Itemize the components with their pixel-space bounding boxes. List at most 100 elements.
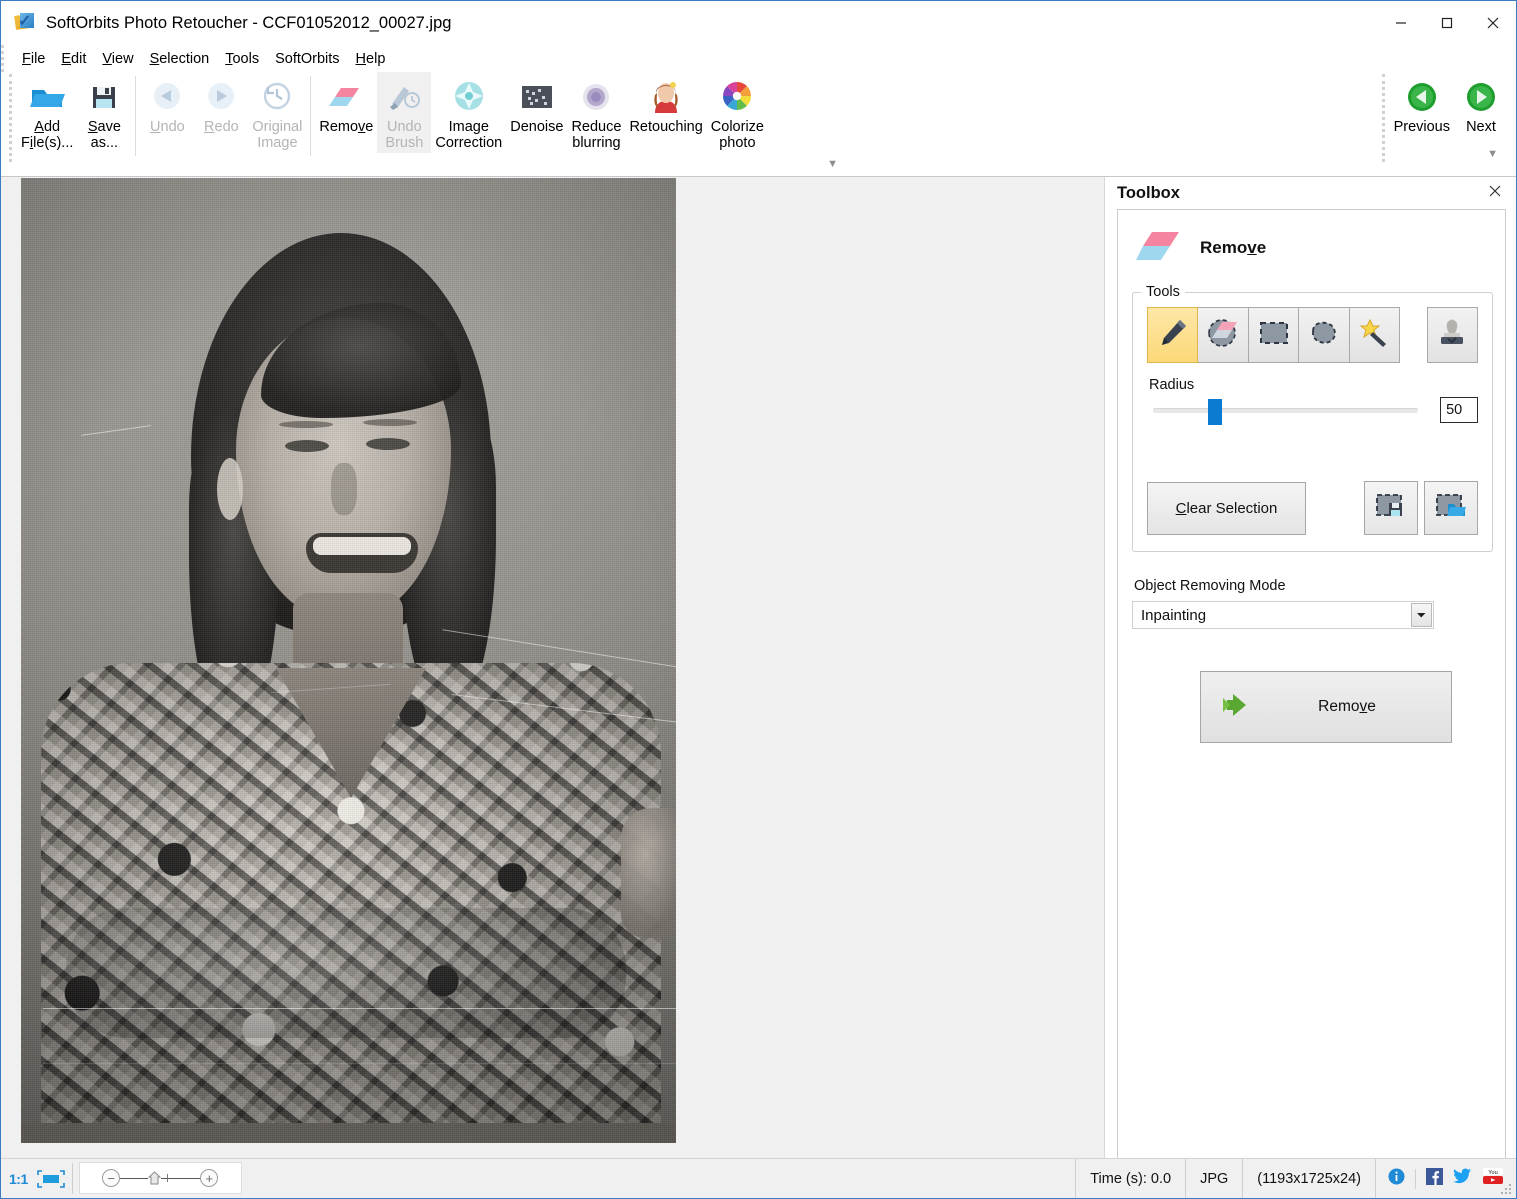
menu-item-file[interactable]: File	[18, 49, 57, 69]
menu-item-softorbits[interactable]: SoftOrbits	[271, 49, 351, 69]
chevron-down-icon[interactable]	[1411, 603, 1432, 627]
ribbon-grip-right	[1382, 74, 1385, 162]
floppy-disk-icon	[88, 78, 120, 116]
eraser-icon	[328, 78, 364, 116]
zoom-ratio-label[interactable]: 1:1	[9, 1171, 28, 1187]
object-removing-mode-value: Inpainting	[1141, 607, 1206, 624]
object-removing-mode-select[interactable]: Inpainting	[1132, 601, 1434, 629]
remove-panel-heading: Remove	[1132, 220, 1493, 276]
softorbits-logo-icon: ✓	[15, 13, 35, 33]
ribbon-separator-2	[310, 76, 311, 156]
woman-portrait-icon	[649, 78, 683, 116]
selection-io-buttons	[1364, 481, 1478, 535]
twitter-icon[interactable]	[1453, 1168, 1472, 1189]
add-files-label: AddFile(s)...	[21, 119, 73, 151]
stamp-tool[interactable]	[1427, 307, 1478, 363]
pencil-tool[interactable]	[1147, 307, 1198, 363]
green-double-arrow-icon	[1219, 691, 1255, 724]
clear-selection-button[interactable]: Clear Selection	[1147, 482, 1306, 535]
original-image-button[interactable]: OriginalImage	[248, 72, 306, 153]
radius-slider-row: 50	[1147, 397, 1478, 423]
status-dimensions: (1193x1725x24)	[1242, 1159, 1375, 1198]
save-as-button[interactable]: Saveas...	[77, 72, 131, 153]
open-folder-icon	[28, 78, 66, 116]
plus-circle-icon[interactable]: +	[200, 1169, 218, 1187]
ribbon-collapse-icon[interactable]: ▼	[827, 158, 838, 170]
ribbon-group-history: Undo Redo O	[140, 72, 306, 164]
sparkle-gem-icon	[451, 78, 487, 116]
photo-image[interactable]	[21, 178, 676, 1143]
brush-clock-icon	[387, 78, 421, 116]
ribbon-grip	[9, 74, 12, 162]
status-zoom-group: 1:1	[1, 1159, 66, 1198]
reduce-blurring-label: Reduceblurring	[571, 119, 621, 151]
slider-thumb[interactable]	[1208, 399, 1222, 425]
menu-item-selection[interactable]: Selection	[146, 49, 222, 69]
previous-button[interactable]: Previous	[1390, 72, 1454, 137]
save-selection-button[interactable]	[1364, 481, 1418, 535]
undo-brush-button[interactable]: UndoBrush	[377, 72, 431, 153]
rectangle-select-tool[interactable]	[1248, 307, 1299, 363]
status-bar: 1:1 − + Time (s):	[1, 1158, 1516, 1198]
denoise-label: Denoise	[510, 119, 563, 135]
toolbox-panel: Toolbox Remove Tools	[1104, 177, 1516, 1158]
load-selection-button[interactable]	[1424, 481, 1478, 535]
resize-grip[interactable]	[1501, 1184, 1513, 1196]
reduce-blurring-button[interactable]: Reduceblurring	[567, 72, 625, 153]
image-canvas[interactable]	[1, 177, 1104, 1158]
minimize-button[interactable]	[1378, 1, 1424, 45]
ribbon-group-navigation: Previous Next ▼	[1382, 72, 1508, 164]
remove-action-button[interactable]: Remove	[1200, 671, 1452, 743]
maximize-button[interactable]	[1424, 1, 1470, 45]
original-image-label: OriginalImage	[252, 119, 302, 151]
close-button[interactable]	[1470, 1, 1516, 45]
remove-action-label: Remove	[1255, 698, 1451, 716]
next-button[interactable]: Next	[1454, 72, 1508, 137]
undo-button[interactable]: Undo	[140, 72, 194, 137]
undo-label: Undo	[150, 119, 185, 135]
fit-to-window-icon[interactable]	[36, 1169, 66, 1189]
ribbon-collapse-icon-2[interactable]: ▼	[1487, 148, 1498, 160]
close-icon[interactable]	[1484, 180, 1506, 202]
facebook-icon[interactable]	[1426, 1168, 1443, 1190]
menu-item-view[interactable]: View	[98, 49, 145, 69]
ribbon-group-tools: Remove UndoBrush	[315, 72, 768, 164]
menu-item-tools[interactable]: Tools	[221, 49, 271, 69]
retouching-button[interactable]: Retouching	[625, 72, 706, 137]
eraser-selection-icon	[1205, 316, 1241, 355]
save-as-label: Saveas...	[88, 119, 121, 151]
denoise-button[interactable]: Denoise	[506, 72, 567, 137]
menu-item-edit[interactable]: Edit	[57, 49, 98, 69]
zoom-track-right	[168, 1178, 200, 1179]
radius-input[interactable]: 50	[1440, 397, 1478, 423]
add-files-button[interactable]: AddFile(s)...	[17, 72, 77, 153]
ribbon-separator-1	[135, 76, 136, 156]
redo-button[interactable]: Redo	[194, 72, 248, 137]
status-divider-2	[1415, 1169, 1416, 1189]
tools-group: Tools	[1132, 292, 1493, 552]
window-title: SoftOrbits Photo Retoucher - CCF01052012…	[46, 14, 451, 33]
image-correction-button[interactable]: ImageCorrection	[431, 72, 506, 153]
eraser-tool[interactable]	[1197, 307, 1248, 363]
zoom-slider[interactable]: − +	[79, 1162, 242, 1194]
minus-circle-icon[interactable]: −	[102, 1169, 120, 1187]
ribbon-group-file: AddFile(s)... Saveas...	[17, 72, 131, 164]
ribbon-toolbar: AddFile(s)... Saveas...	[1, 72, 1516, 177]
info-icon[interactable]	[1388, 1168, 1405, 1190]
magic-wand-tool[interactable]	[1349, 307, 1400, 363]
menu-item-help[interactable]: Help	[352, 49, 398, 69]
image-correction-label: ImageCorrection	[435, 119, 502, 151]
radius-slider[interactable]	[1153, 398, 1418, 422]
tools-row	[1147, 307, 1478, 363]
colorize-photo-button[interactable]: Colorizephoto	[707, 72, 768, 153]
status-social-icons: You	[1375, 1159, 1516, 1198]
next-label: Next	[1466, 119, 1496, 135]
save-selection-icon	[1375, 492, 1407, 525]
lasso-tool[interactable]	[1298, 307, 1349, 363]
noise-grid-icon	[519, 78, 555, 116]
lasso-selection-icon	[1307, 318, 1341, 353]
green-right-arrow-icon	[1465, 78, 1497, 116]
home-marker-icon[interactable]	[148, 1171, 161, 1185]
status-time: Time (s): 0.0	[1075, 1159, 1185, 1198]
remove-ribbon-button[interactable]: Remove	[315, 72, 377, 137]
